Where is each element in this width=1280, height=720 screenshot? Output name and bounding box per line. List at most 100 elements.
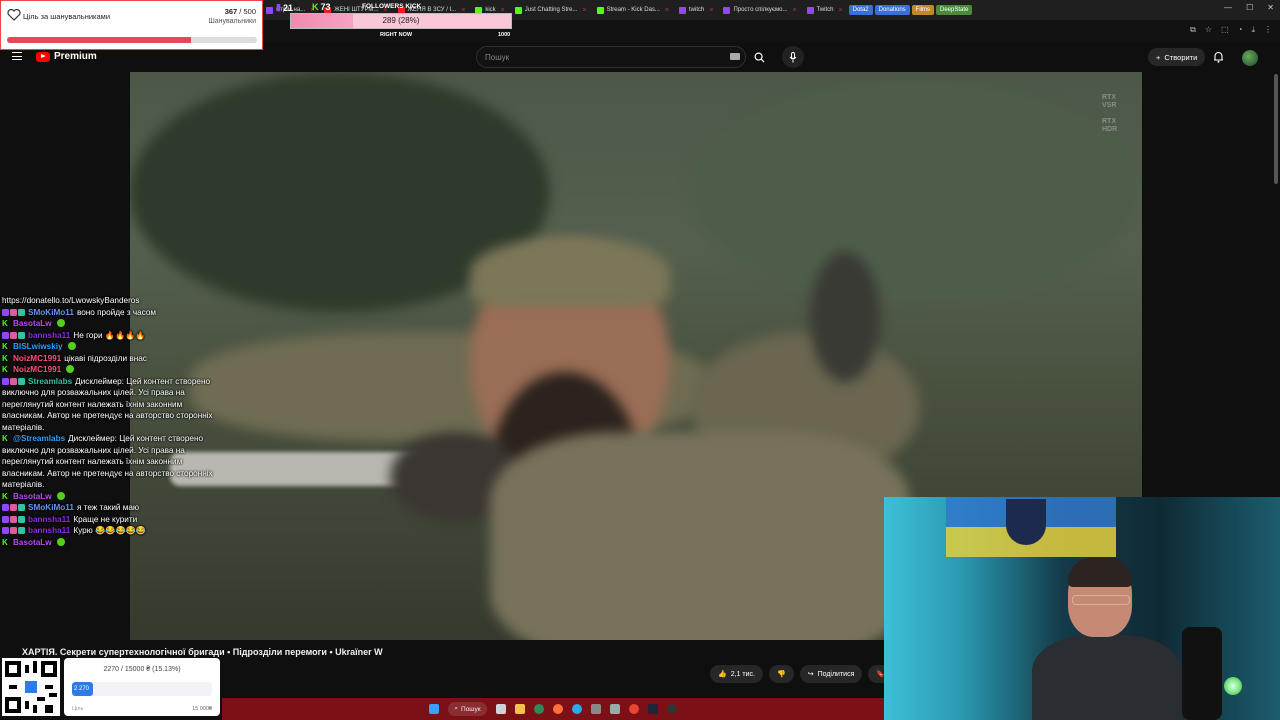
- chat-username[interactable]: BISLwiwskiy: [13, 342, 63, 351]
- page-scrollbar[interactable]: [1274, 74, 1278, 184]
- dislike-button[interactable]: 👎: [768, 665, 794, 683]
- chat-username[interactable]: BasotaLw: [13, 538, 52, 547]
- donation-link[interactable]: https://donatello.to/LwowskyBanderos: [2, 295, 214, 307]
- chat-username[interactable]: bannsha11: [28, 331, 70, 340]
- browser-tab[interactable]: Just Chatting Stre... ×: [511, 2, 591, 18]
- telegram-icon[interactable]: [571, 704, 582, 714]
- chat-badge-icon: [18, 308, 25, 316]
- vsr-text: VSR: [1102, 102, 1117, 109]
- logo-text: Premium: [54, 51, 97, 62]
- firefox-icon[interactable]: [552, 704, 563, 714]
- obs-icon[interactable]: [666, 704, 677, 714]
- kick-icon: K: [2, 353, 8, 363]
- close-icon[interactable]: ✕: [1267, 3, 1274, 12]
- rtx-text: RTX: [1102, 118, 1116, 125]
- stat-value: 73: [320, 2, 331, 12]
- chat-username[interactable]: SMoKiMo11: [28, 503, 74, 512]
- chat-message: K BasotaLw: [2, 318, 214, 330]
- chat-username[interactable]: Streamlabs: [28, 377, 72, 386]
- chat-badge-icon: [10, 331, 17, 339]
- app-icon[interactable]: [590, 704, 601, 714]
- chat-message: K BasotaLw: [2, 537, 214, 549]
- profile-icon[interactable]: ◔: [1238, 25, 1243, 35]
- bookmark-chip[interactable]: Films: [911, 5, 935, 15]
- tab-close-icon[interactable]: ×: [709, 7, 713, 14]
- create-button[interactable]: + Створити: [1148, 48, 1206, 66]
- donation-progress-track: 2 270: [72, 682, 212, 696]
- chat-username[interactable]: NoizMC1991: [13, 365, 61, 374]
- browser-tab[interactable]: Просто спілкуємо... ×: [719, 2, 800, 18]
- chat-badge-icon: [10, 377, 17, 385]
- chat-message: bannsha11 Не гори 🔥🔥🔥🔥: [2, 330, 214, 342]
- kick-icon: K: [312, 2, 319, 12]
- chat-username[interactable]: BasotaLw: [13, 319, 52, 328]
- chat-username[interactable]: SMoKiMo11: [28, 308, 74, 317]
- share-button[interactable]: ↪ Поділитися: [799, 665, 863, 683]
- chat-text: Курю 😂😂😂😂😂: [73, 526, 147, 535]
- chat-username[interactable]: BasotaLw: [13, 492, 52, 501]
- kick-progress-text: 289 (28%): [382, 16, 420, 25]
- file-explorer-icon[interactable]: [514, 704, 525, 714]
- microphone-icon: [789, 51, 797, 62]
- browser-toolbar-icons: ⧉ ☆ ⬚ ◔ ⤓ ⋮: [1190, 25, 1272, 35]
- tab-label: Twitch: [816, 7, 834, 13]
- chat-username[interactable]: NoizMC1991: [13, 354, 61, 363]
- donation-left-label: Ціль: [72, 706, 84, 712]
- chat-message: bannsha11 Краще не курити: [2, 514, 214, 526]
- notifications-button[interactable]: [1213, 50, 1224, 68]
- chat-message: bannsha11 Курю 😂😂😂😂😂: [2, 525, 214, 537]
- bookmark-chip[interactable]: Dota2: [848, 5, 873, 15]
- windows-start-icon[interactable]: [429, 704, 440, 714]
- keyboard-icon[interactable]: [730, 53, 740, 60]
- chrome-icon[interactable]: [628, 704, 639, 714]
- download-icon[interactable]: ⤓: [1251, 25, 1255, 35]
- task-view-icon[interactable]: [495, 704, 506, 714]
- browser-tab[interactable]: Stream - Kick Das... ×: [593, 2, 673, 18]
- bookmark-chip[interactable]: DeepState: [936, 5, 973, 15]
- search-button[interactable]: [746, 46, 772, 68]
- youtube-logo[interactable]: Premium: [36, 51, 97, 62]
- taskbar-search[interactable]: ⌕ Пошук: [448, 702, 487, 716]
- streamer-hair: [1068, 557, 1132, 587]
- tab-close-icon[interactable]: ×: [839, 7, 843, 14]
- kick-header: FOLLOWERS KICK: [362, 3, 422, 10]
- chat-text: цікаві підрозділи внас: [64, 353, 147, 363]
- hamburger-menu-icon[interactable]: [12, 52, 22, 60]
- chat-username[interactable]: bannsha11: [28, 515, 70, 524]
- chat-message: SMoKiMo11 воно пройде з часом: [2, 307, 214, 319]
- kick-progress-bar: 289 (28%): [290, 13, 512, 29]
- browser-tab[interactable]: twitch ×: [675, 2, 717, 18]
- minimize-icon[interactable]: —: [1224, 3, 1232, 12]
- chat-badge-icon: [2, 308, 9, 316]
- stat-value: 21: [282, 2, 293, 13]
- account-avatar[interactable]: [1242, 50, 1258, 66]
- steam-icon[interactable]: [647, 704, 658, 714]
- goal-target: 500: [243, 7, 256, 16]
- right-now-label: RIGHT NOW: [380, 32, 413, 38]
- webcam-overlay: [884, 497, 1280, 720]
- maximize-icon[interactable]: ☐: [1246, 3, 1253, 12]
- menu-dots-icon[interactable]: ⋮: [1264, 25, 1272, 35]
- chat-username[interactable]: bannsha11: [28, 526, 70, 535]
- kick-followers-widget: ▮ 21 K 73 FOLLOWERS KICK 289 (28%) RIGHT…: [272, 0, 514, 38]
- emote-icon: [56, 319, 65, 327]
- tab-close-icon[interactable]: ×: [792, 7, 796, 14]
- chat-text: я теж такий маю: [76, 503, 140, 512]
- tab-close-icon[interactable]: ×: [582, 7, 586, 14]
- app-icon[interactable]: [609, 704, 620, 714]
- browser-tab[interactable]: Twitch ×: [803, 2, 847, 18]
- youtube-play-icon: [36, 51, 50, 62]
- edge-icon[interactable]: [533, 704, 544, 714]
- star-icon[interactable]: ☆: [1205, 25, 1212, 35]
- share-label: Поділитися: [817, 670, 855, 678]
- extension-icon[interactable]: ⧉: [1190, 25, 1196, 35]
- chat-username[interactable]: @Streamlabs: [13, 434, 65, 443]
- tab-label: Просто спілкуємо...: [733, 7, 788, 13]
- chat-badge-icon: [10, 308, 17, 316]
- tab-close-icon[interactable]: ×: [665, 7, 669, 14]
- like-button[interactable]: 👍 2,1 тис.: [710, 665, 763, 683]
- puzzle-icon[interactable]: ⬚: [1221, 25, 1229, 35]
- voice-search-button[interactable]: [782, 46, 804, 68]
- search-input[interactable]: [477, 47, 717, 68]
- bookmark-chip[interactable]: Donations: [874, 5, 910, 15]
